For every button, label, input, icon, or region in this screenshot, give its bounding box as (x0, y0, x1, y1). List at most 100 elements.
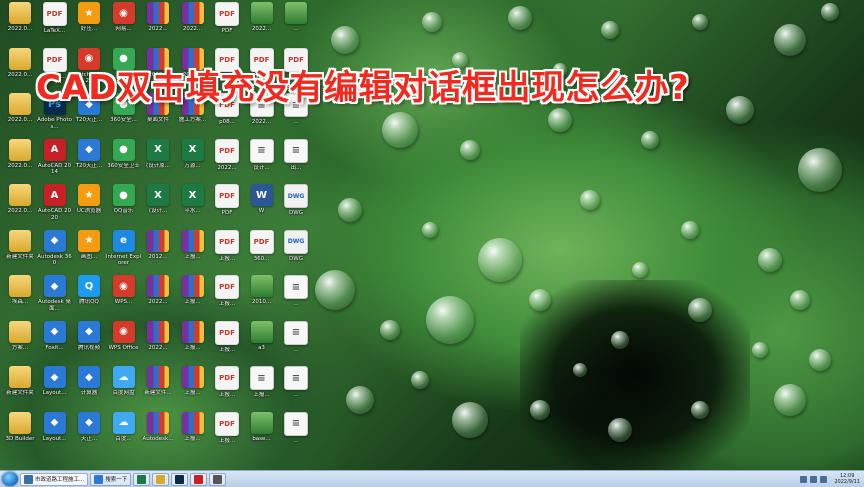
desktop-icon[interactable]: e Internet Explorer (106, 229, 142, 274)
desktop-icon[interactable]: X (设计原... (140, 138, 176, 183)
desktop-icon[interactable]: 方案... (2, 320, 38, 365)
taskbar: 市政道路工程施工... 搜索一下 12:09 2022/9/11 (0, 470, 864, 487)
music-icon: ● (112, 184, 135, 206)
desktop-icon[interactable]: ◆ Autodesk 桌面... (37, 275, 73, 319)
desktop-icon[interactable]: ◆ 天正... (71, 411, 107, 456)
taskbar-button[interactable]: 市政道路工程施工... (20, 472, 89, 486)
desktop-icon[interactable]: ≡ 上报... (244, 366, 280, 410)
desktop-icon[interactable]: 埃森... (2, 275, 38, 319)
desktop-icon[interactable]: DWG DWG (278, 229, 314, 274)
desktop-icon-label: WPS Office (108, 344, 139, 351)
desktop-icon[interactable]: PDF 360... (244, 229, 280, 274)
taskbar-button[interactable] (133, 472, 151, 486)
taskbar-button[interactable] (209, 472, 227, 486)
taskbar-button[interactable] (190, 472, 208, 486)
desktop-icon[interactable]: 新建文件夹 (2, 229, 38, 274)
clock-date: 2022/9/11 (834, 479, 860, 485)
desktop-icon[interactable]: PDF 2022... (209, 138, 245, 183)
desktop-icon[interactable]: PDF 上报... (209, 229, 245, 274)
desktop-icon[interactable]: 2022.0... (2, 184, 38, 228)
volume-icon[interactable] (810, 475, 818, 483)
desktop-icon[interactable]: PDF 上报... (209, 366, 245, 410)
desktop-icon[interactable]: 2022.0... (2, 47, 38, 92)
desktop-icon[interactable]: 上报... (175, 320, 211, 365)
network-icon[interactable] (800, 475, 808, 483)
desktop-icon[interactable]: ☁ 百度网盘 (106, 366, 142, 410)
desktop-icon[interactable]: 新建文件... (140, 366, 176, 410)
desktop-icon[interactable]: ≡... (278, 275, 314, 319)
desktop-icon[interactable]: ● 360安全卫士 (106, 138, 142, 183)
desktop-icon[interactable]: ☁ 百度... (106, 411, 142, 456)
desktop-icon[interactable]: 2022.0... (2, 138, 38, 183)
water-drop (338, 198, 362, 222)
desktop-icon[interactable]: 2022.0... (2, 2, 38, 46)
desktop-icon[interactable]: base... (244, 411, 280, 456)
desktop-icon[interactable]: 2022... (244, 2, 280, 46)
desktop-icon[interactable]: ◆ T20天正... (71, 138, 107, 183)
desktop-icon[interactable]: X 万源... (175, 138, 211, 183)
desktop-icon[interactable]: 上报... (175, 411, 211, 456)
desktop-icon[interactable]: ≡ 出... (278, 138, 314, 183)
desktop-icon[interactable]: ◆ 计算器 (71, 366, 107, 410)
desktop-icon-label: 上报... (184, 253, 201, 260)
desktop-icon[interactable]: ◉ WPS Office (106, 320, 142, 365)
dwg-icon: DWG (284, 229, 308, 254)
water-drop (692, 14, 708, 30)
desktop-icon[interactable]: 上报... (175, 229, 211, 274)
desktop-icon[interactable]: ◆ 腾讯视频 (71, 320, 107, 365)
desktop-icon[interactable]: 2022.0... (2, 93, 38, 137)
desktop-icon[interactable]: X 平水... (175, 184, 211, 228)
desktop-icon[interactable]: ... (278, 2, 314, 46)
desktop-icon[interactable]: 上报... (175, 275, 211, 319)
desktop-icon[interactable]: 上报... (175, 366, 211, 410)
desktop-icon[interactable]: ◆ Layout... (37, 366, 73, 410)
desktop-icon[interactable]: 新建文件夹 (2, 366, 38, 410)
water-drop (426, 296, 474, 344)
desktop-icon[interactable]: 2012... (140, 229, 176, 274)
desktop-icon[interactable]: a3 (244, 320, 280, 365)
desktop-icon[interactable]: ◉ 网易... (106, 2, 142, 46)
doc-icon: ≡ (249, 366, 274, 390)
desktop-icon[interactable]: WW (244, 184, 280, 228)
desktop-icon[interactable]: PDF PDF (209, 184, 245, 228)
desktop-icon[interactable]: ★ UC浏览器 (71, 184, 107, 228)
desktop-icon[interactable]: ★ 好压... (71, 2, 107, 46)
desktop-icon[interactable]: ≡... (278, 366, 314, 410)
start-button[interactable] (2, 472, 18, 486)
desktop-icon[interactable]: A AutoCAD 2014 (37, 138, 73, 183)
desktop-icon[interactable]: PDF LaTeX... (37, 2, 73, 46)
desktop-icon[interactable]: DWG DWG (278, 184, 314, 228)
desktop-icon[interactable]: X (设计... (140, 184, 176, 228)
desktop-icon[interactable]: ◆ Autodesk 360 (37, 229, 73, 274)
taskbar-button[interactable] (171, 472, 189, 486)
desktop-icon[interactable]: 3D Builder (2, 411, 38, 456)
taskbar-button[interactable]: 搜索一下 (90, 472, 132, 486)
desktop-icon[interactable]: ◉ WPS... (106, 275, 142, 319)
water-drop (411, 371, 429, 389)
image-icon (250, 320, 273, 343)
desktop-icon[interactable]: ≡... (278, 320, 314, 365)
desktop-icon[interactable]: ≡... (278, 411, 314, 456)
desktop-icon[interactable]: ◆ Layout... (37, 411, 73, 456)
desktop-icon[interactable]: 2022... (140, 275, 176, 319)
desktop-icon[interactable]: ★ 画图... (71, 229, 107, 274)
desktop-icon[interactable]: PDF 上报... (209, 320, 245, 365)
desktop-icon[interactable]: PDF 上报... (209, 275, 245, 319)
desktop-icon[interactable]: ≡ 设计... (244, 138, 280, 183)
desktop-icon[interactable]: ◆ Foxit... (37, 320, 73, 365)
desktop-icon[interactable]: Autodesk... (140, 411, 176, 456)
desktop-icon[interactable]: ● QQ音乐 (106, 184, 142, 228)
input-method-icon[interactable] (820, 475, 828, 483)
desktop-icon-label: 上报... (184, 435, 201, 442)
taskbar-button[interactable] (152, 472, 170, 486)
desktop-icon[interactable]: 2022... (140, 320, 176, 365)
desktop-icon[interactable]: A AutoCAD 2020 (37, 184, 73, 228)
desktop-icon[interactable]: PDF PDF (209, 2, 245, 46)
desktop-icon[interactable]: PDF 上报... (209, 411, 245, 456)
desktop-icon-label: LaTeX... (43, 28, 66, 34)
desktop-icon[interactable]: 2010... (244, 275, 280, 319)
desktop-icon[interactable]: 2022... (140, 2, 176, 46)
desktop-icon[interactable]: Q 腾讯QQ (71, 275, 107, 319)
clock[interactable]: 12:09 2022/9/11 (834, 473, 860, 485)
desktop-icon[interactable]: 2022... (175, 2, 211, 46)
